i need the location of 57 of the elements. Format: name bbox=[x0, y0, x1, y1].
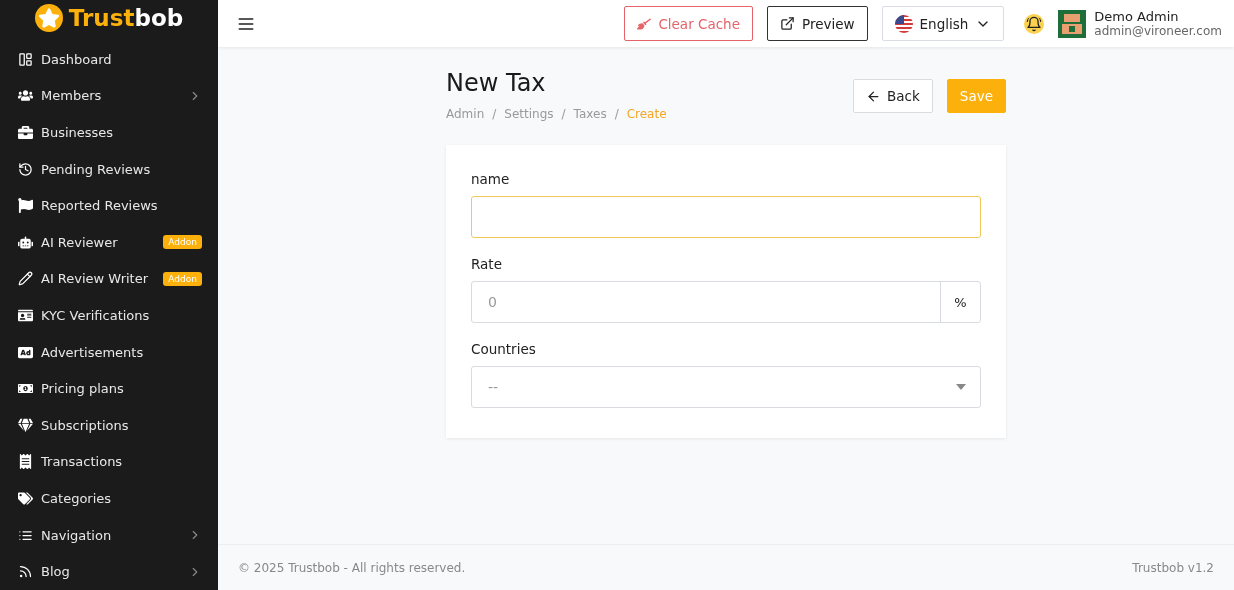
avatar bbox=[1058, 9, 1087, 38]
broom-icon bbox=[637, 16, 652, 31]
copyright-text: © 2025 Trustbob - All rights reserved. bbox=[238, 560, 466, 575]
field-label: name bbox=[471, 171, 511, 187]
external-link-icon bbox=[780, 16, 795, 31]
language-dropdown[interactable]: English bbox=[881, 6, 1005, 41]
dashboard-icon bbox=[18, 51, 33, 67]
caret-icon bbox=[956, 384, 966, 390]
sidebar-item[interactable]: Pricing plans bbox=[0, 370, 218, 408]
addon-badge: Addon bbox=[163, 271, 202, 286]
sidebar-item[interactable]: KYC Verifications bbox=[0, 297, 218, 334]
breadcrumb-separator: / bbox=[561, 107, 566, 121]
version-text: Trustbob v1.2 bbox=[1132, 560, 1214, 575]
flag-icon bbox=[18, 198, 33, 214]
sidebar-item[interactable]: AI Reviewer Addon bbox=[0, 224, 218, 261]
briefcase-icon bbox=[18, 125, 33, 141]
receipt-icon bbox=[18, 454, 33, 470]
input-field[interactable]: 0 % bbox=[471, 281, 981, 323]
gem-icon bbox=[18, 417, 33, 433]
user-email: admin@vironeer.com bbox=[1094, 24, 1222, 38]
star-logo-icon bbox=[34, 3, 63, 32]
ad-icon bbox=[18, 344, 33, 360]
input-field[interactable] bbox=[471, 196, 981, 238]
preview-button[interactable]: Preview bbox=[767, 6, 868, 41]
sidebar-item[interactable]: Businesses bbox=[0, 114, 218, 151]
pencil-icon bbox=[18, 271, 33, 287]
page-title: New Tax bbox=[446, 69, 547, 97]
user-name: Demo Admin bbox=[1094, 9, 1180, 24]
users-icon bbox=[18, 88, 33, 104]
sidebar-item[interactable]: Dashboard bbox=[0, 41, 218, 78]
breadcrumb-separator: / bbox=[492, 107, 497, 121]
sidebar-item[interactable]: Pending Reviews bbox=[0, 150, 218, 188]
sidebar-item[interactable]: Categories bbox=[0, 480, 218, 517]
sidebar-item[interactable]: Navigation bbox=[0, 516, 218, 554]
field-label: Rate bbox=[471, 256, 503, 272]
rss-icon bbox=[18, 564, 33, 580]
sidebar-item[interactable]: Members bbox=[0, 77, 218, 115]
robot-icon bbox=[18, 234, 33, 250]
breadcrumb-separator: / bbox=[614, 107, 619, 121]
sidebar-item[interactable]: Subscriptions bbox=[0, 407, 218, 444]
breadcrumb: Create bbox=[626, 107, 667, 121]
field-label: Countries bbox=[471, 341, 537, 357]
id-card-icon bbox=[18, 308, 33, 324]
rate-input[interactable]: 0 bbox=[472, 282, 940, 322]
sidebar-item[interactable]: AI Review Writer Addon bbox=[0, 260, 218, 298]
percent-addon: % bbox=[940, 282, 980, 322]
history-icon bbox=[18, 161, 33, 177]
tags-icon bbox=[18, 491, 33, 506]
sidebar-item[interactable]: Blog bbox=[0, 553, 218, 590]
brand-name: Trustbob bbox=[68, 4, 184, 31]
sidebar-item[interactable]: Reported Reviews bbox=[0, 187, 218, 225]
addon-badge: Addon bbox=[163, 235, 202, 250]
bell-icon[interactable] bbox=[1024, 13, 1045, 34]
sidebar-item[interactable]: Transactions bbox=[0, 443, 218, 481]
us-flag-icon bbox=[894, 14, 913, 33]
sidebar-item[interactable]: Advertisements bbox=[0, 333, 218, 371]
back-button[interactable]: Back bbox=[853, 79, 933, 113]
